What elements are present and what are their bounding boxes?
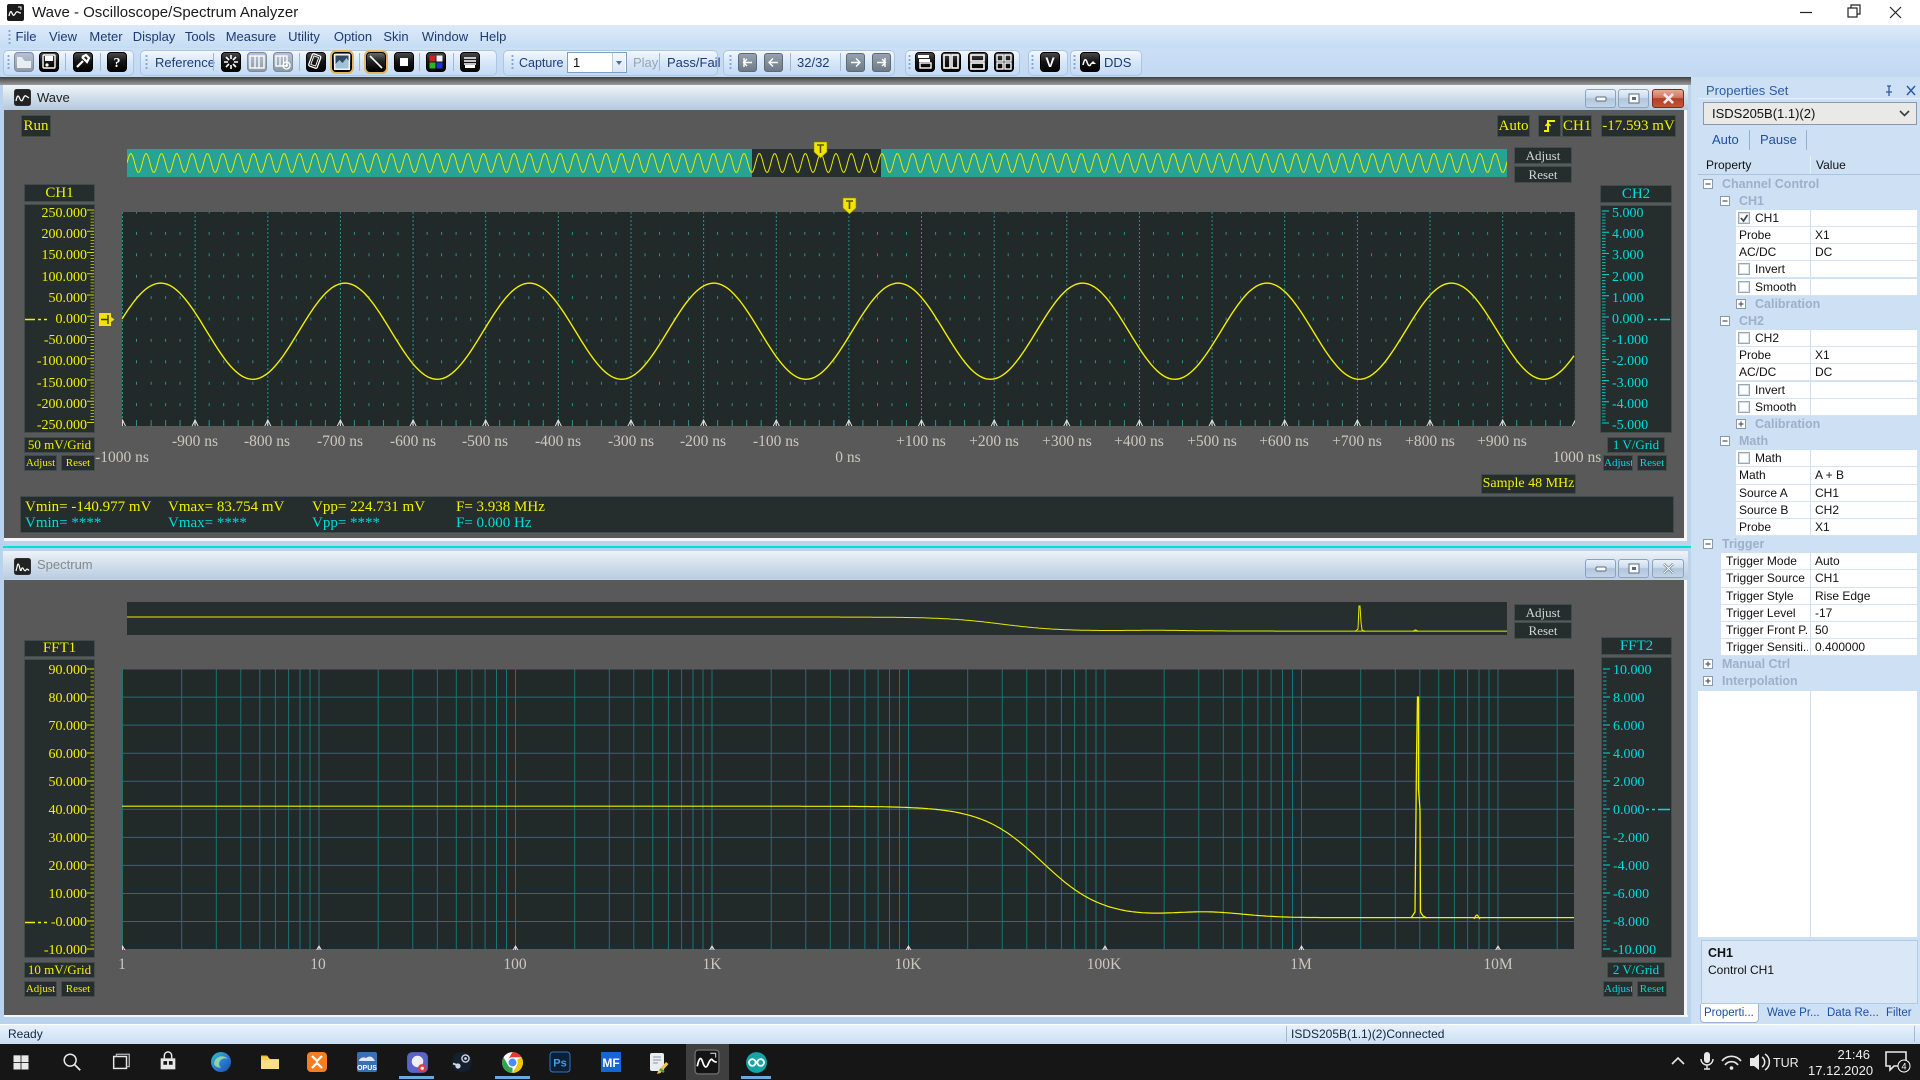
svg-text:4: 4 bbox=[1901, 1062, 1906, 1072]
svg-text:OPUS: OPUS bbox=[357, 1065, 377, 1072]
svg-text:Ps: Ps bbox=[553, 1058, 566, 1070]
svg-text:V: V bbox=[1045, 54, 1055, 70]
svg-text:?: ? bbox=[114, 56, 121, 71]
svg-text:MF: MF bbox=[602, 1056, 619, 1070]
